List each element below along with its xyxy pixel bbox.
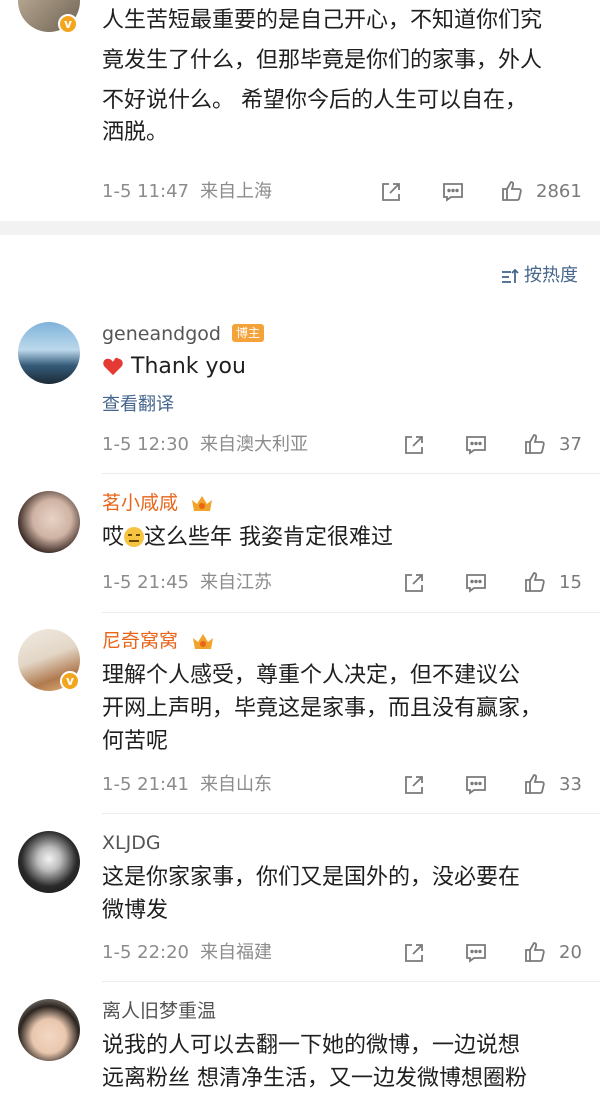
username[interactable]: 离人旧梦重温 <box>102 999 216 1023</box>
comment-icon[interactable] <box>464 571 488 595</box>
share-icon[interactable] <box>402 941 426 965</box>
comment-text-line: 不好说什么。 希望你今后的人生可以自在， <box>102 88 527 113</box>
username[interactable]: 尼奇窝窝 <box>102 629 178 653</box>
comment-time: 1-5 11:47 <box>102 181 189 202</box>
like-count: 2861 <box>536 181 582 202</box>
comment-text-line: 何苦呢 <box>102 729 169 754</box>
verified-badge-icon: v <box>60 671 80 691</box>
like-icon[interactable] <box>523 570 547 594</box>
like-icon[interactable] <box>523 772 547 796</box>
avatar[interactable] <box>18 322 80 384</box>
comment-time: 1-5 22:20 <box>102 942 189 963</box>
avatar[interactable] <box>18 999 80 1061</box>
comment-text-line: 人生苦短最重要的是自己开心，不知道你们究 <box>102 8 543 33</box>
verified-badge-icon: v <box>58 14 78 34</box>
share-icon[interactable] <box>402 773 426 797</box>
comment-text-after: 这么些年 我姿肯定很难过 <box>144 525 394 550</box>
like-icon[interactable] <box>523 432 547 456</box>
divider <box>102 473 600 474</box>
blogger-badge: 博主 <box>232 324 265 342</box>
sort-icon <box>502 268 519 283</box>
share-icon[interactable] <box>402 571 426 595</box>
like-count: 20 <box>559 942 582 963</box>
username[interactable]: 茗小咸咸 <box>102 491 178 515</box>
comment-text-line: 远离粉丝 想清净生活，又一边发微博想圈粉 <box>102 1066 527 1091</box>
expressionless-emoji-icon <box>124 527 145 547</box>
vip-crown-icon <box>192 496 212 511</box>
comment-location: 来自福建 <box>200 942 272 963</box>
username[interactable]: geneandgod <box>102 322 221 346</box>
comment-text: Thank you <box>102 350 246 383</box>
divider <box>102 981 600 982</box>
avatar[interactable] <box>18 831 80 893</box>
like-count: 15 <box>559 572 582 593</box>
comment-location: 来自澳大利亚 <box>200 434 308 455</box>
comment-icon[interactable] <box>464 773 488 797</box>
like-count: 33 <box>559 774 582 795</box>
sort-label: 按热度 <box>524 265 578 286</box>
comment-time: 1-5 12:30 <box>102 434 189 455</box>
share-icon[interactable] <box>402 433 426 457</box>
comment-icon[interactable] <box>464 941 488 965</box>
like-icon[interactable] <box>500 179 524 203</box>
comment-text-line: 竟发生了什么，但那毕竟是你们的家事，外人 <box>102 48 543 73</box>
vip-crown-icon <box>193 634 213 649</box>
comment-text-line: 这是你家家事，你们又是国外的，没必要在 <box>102 865 521 890</box>
username[interactable]: XLJDG <box>102 831 161 855</box>
like-icon[interactable] <box>523 940 547 964</box>
sort-toggle[interactable]: 按热度 <box>500 264 578 288</box>
avatar[interactable] <box>18 491 80 553</box>
comment-text-line: 理解个人感受，尊重个人决定，但不建议公 <box>102 663 521 688</box>
comment-text: 哎这么些年 我姿肯定很难过 <box>102 521 393 554</box>
divider <box>102 813 600 814</box>
comment-icon[interactable] <box>441 180 465 204</box>
comment-location: 来自上海 <box>200 181 272 202</box>
comment-time: 1-5 21:45 <box>102 572 189 593</box>
divider <box>102 612 600 613</box>
comment-location: 来自山东 <box>200 774 272 795</box>
comment-text-line: 说我的人可以去翻一下她的微博，一边说想 <box>102 1033 521 1058</box>
heart-icon <box>103 357 123 376</box>
comment-time: 1-5 21:41 <box>102 774 189 795</box>
translate-link[interactable]: 查看翻译 <box>102 393 174 417</box>
section-separator <box>0 221 600 235</box>
like-count: 37 <box>559 434 582 455</box>
share-icon[interactable] <box>379 180 403 204</box>
comment-text-line: 洒脱。 <box>102 120 169 145</box>
comment-text-body: Thank you <box>131 354 246 379</box>
comment-text-before: 哎 <box>102 525 125 550</box>
comment-text-line: 开网上声明，毕竟这是家事，而且没有赢家， <box>102 696 543 721</box>
comment-location: 来自江苏 <box>200 572 272 593</box>
comment-text-line: 微博发 <box>102 898 169 923</box>
comment-icon[interactable] <box>464 433 488 457</box>
